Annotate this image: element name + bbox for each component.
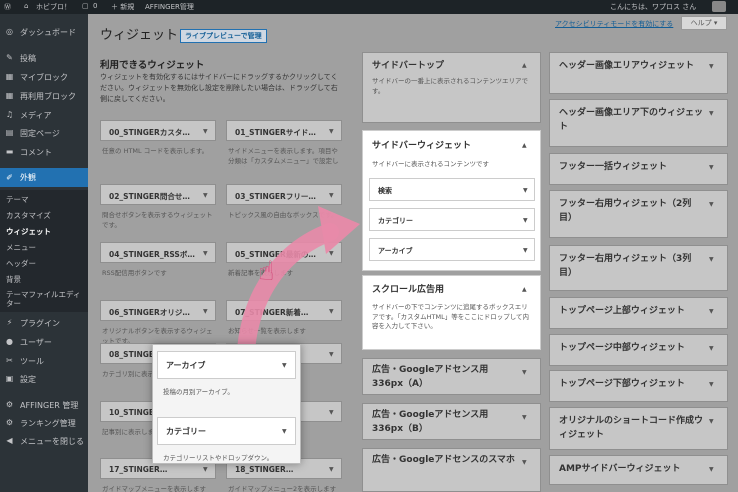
hand-cursor-icon: ☝ <box>258 256 275 287</box>
drag-arrow <box>236 206 360 397</box>
popup-archive-desc: 投稿の月別アーカイブ。 <box>163 388 234 396</box>
drag-arrow-head <box>318 206 360 254</box>
popup-widget-archive[interactable]: アーカイブ ▼ <box>157 351 296 379</box>
popup-widget-category[interactable]: カテゴリー ▼ <box>157 417 296 445</box>
popup-category-desc: カテゴリーリストやドロップダウン。 <box>163 454 274 462</box>
drag-popup: アーカイブ ▼ 投稿の月別アーカイブ。 カテゴリー ▼ カテゴリーリストやドロッ… <box>152 344 301 464</box>
dropdown-arrow-icon[interactable]: ▼ <box>282 362 287 369</box>
dropdown-arrow-icon[interactable]: ▼ <box>282 428 287 435</box>
